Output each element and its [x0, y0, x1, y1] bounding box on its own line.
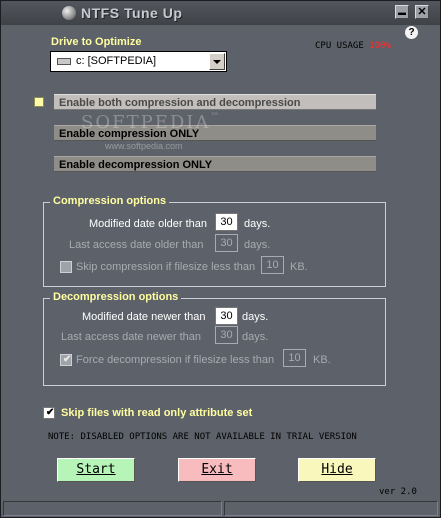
chevron-down-icon[interactable]: [209, 53, 225, 70]
drive-select-value: c: [SOFTPEDIA]: [76, 55, 157, 67]
title-bar[interactable]: NTFS Tune Up ▬ ✕: [1, 1, 440, 25]
decompression-modified-input[interactable]: 30: [215, 307, 238, 325]
compression-access-unit: days.: [244, 239, 271, 251]
decompression-options-group: Decompression options Modified date newe…: [43, 291, 386, 386]
watermark-trademark: ™: [210, 112, 222, 122]
start-button[interactable]: Start: [57, 458, 135, 482]
checkmark-icon: ✔: [63, 354, 72, 365]
force-decompression-label: Force decompression if filesize less tha…: [76, 354, 275, 366]
skip-readonly-checkbox[interactable]: ✔: [43, 407, 55, 419]
drive-label: Drive to Optimize: [51, 36, 142, 48]
compression-options-group: Compression options Modified date older …: [43, 195, 386, 287]
selected-mode-indicator: [34, 97, 44, 107]
version-label: ver 2.0: [379, 487, 417, 497]
compression-access-label: Last access date older than: [69, 239, 204, 251]
decompression-access-label: Last access date newer than: [61, 331, 202, 343]
skip-readonly-label: Skip files with read only attribute set: [61, 407, 253, 419]
app-window: NTFS Tune Up ▬ ✕ ? Drive to Optimize CPU…: [0, 0, 441, 518]
decompression-options-title: Decompression options: [50, 291, 182, 303]
trial-note: NOTE: DISABLED OPTIONS ARE NOT AVAILABLE…: [48, 432, 357, 442]
compression-options-title: Compression options: [50, 195, 170, 207]
minimize-button[interactable]: ▬: [395, 5, 409, 19]
cpu-usage: CPU USAGE 100%: [315, 41, 391, 51]
skip-compression-size-input[interactable]: 10: [261, 256, 284, 274]
cpu-usage-label: CPU USAGE: [315, 41, 364, 51]
help-icon[interactable]: ?: [405, 26, 418, 39]
decompression-modified-unit: days.: [242, 311, 269, 323]
exit-button[interactable]: Exit: [178, 458, 256, 482]
force-decompression-checkbox[interactable]: ✔: [60, 354, 72, 366]
watermark-url: www.softpedia.com: [105, 141, 183, 151]
status-panel-right: [224, 501, 438, 516]
decompression-access-unit: days.: [242, 331, 269, 343]
watermark-brand: SOFTPEDIA: [81, 112, 211, 133]
decompression-access-input[interactable]: 30: [215, 326, 238, 344]
drive-select[interactable]: c: [SOFTPEDIA]: [50, 51, 227, 72]
hide-button[interactable]: Hide: [298, 458, 376, 482]
close-icon: ✕: [417, 6, 427, 18]
skip-compression-unit: KB.: [290, 261, 308, 273]
app-logo-icon: [62, 6, 76, 20]
force-decompression-size-input[interactable]: 10: [283, 349, 306, 367]
compression-modified-unit: days.: [244, 218, 271, 230]
compression-modified-label: Modified date older than: [89, 218, 208, 230]
enable-both-button[interactable]: Enable both compression and decompressio…: [54, 94, 376, 110]
skip-compression-checkbox[interactable]: [60, 261, 72, 273]
minimize-icon: ▬: [398, 8, 406, 17]
close-button[interactable]: ✕: [415, 5, 429, 19]
checkmark-icon: ✔: [46, 407, 55, 418]
status-panel-left: [3, 501, 222, 516]
compression-access-input[interactable]: 30: [215, 234, 238, 252]
compression-modified-input[interactable]: 30: [215, 213, 238, 231]
force-decompression-unit: KB.: [313, 354, 331, 366]
cpu-usage-value: 100%: [369, 41, 391, 51]
window-title: NTFS Tune Up: [81, 5, 183, 21]
drive-icon: [57, 58, 71, 65]
skip-compression-label: Skip compression if filesize less than: [76, 261, 256, 273]
enable-decompression-only-button[interactable]: Enable decompression ONLY: [54, 156, 376, 172]
decompression-modified-label: Modified date newer than: [82, 311, 206, 323]
watermark-logo: SOFTPEDIA™: [81, 112, 221, 133]
